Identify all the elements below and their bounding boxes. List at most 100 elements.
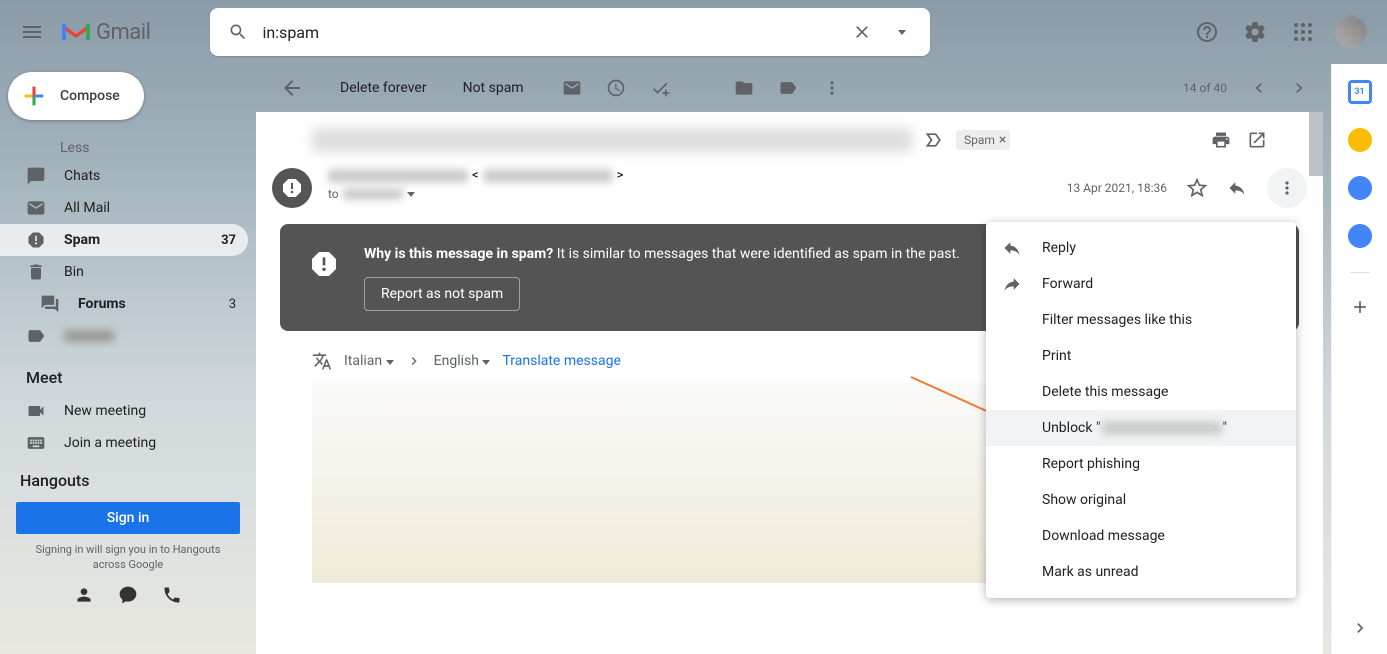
- spam-icon: [26, 230, 46, 250]
- translate-from[interactable]: Italian: [344, 353, 394, 369]
- nav-chats[interactable]: Chats: [0, 160, 248, 192]
- more-button[interactable]: [1267, 168, 1307, 208]
- menu-unblock[interactable]: Unblock "": [986, 410, 1296, 446]
- search-bar: [210, 8, 930, 56]
- nav-all-mail[interactable]: All Mail: [0, 192, 248, 224]
- sidebar: Compose Less Chats All Mail Spam37 Bin F…: [0, 64, 256, 654]
- compose-icon: [20, 82, 48, 110]
- meet-new[interactable]: New meeting: [0, 395, 248, 427]
- translate-link[interactable]: Translate message: [502, 353, 620, 369]
- contacts-app-icon[interactable]: [1348, 224, 1372, 248]
- add-task-icon[interactable]: [648, 76, 672, 100]
- meet-join[interactable]: Join a meeting: [0, 427, 248, 459]
- pagination-count: 14 of 40: [1183, 81, 1227, 95]
- sender-email: [483, 169, 613, 183]
- star-icon[interactable]: [1187, 178, 1207, 198]
- hangouts-header: Hangouts: [0, 459, 256, 498]
- calendar-app-icon[interactable]: 31: [1348, 80, 1372, 104]
- message-more-menu: Reply Forward Filter messages like this …: [986, 222, 1296, 598]
- gmail-logo[interactable]: Gmail: [60, 20, 150, 45]
- menu-unread[interactable]: Mark as unread: [986, 554, 1296, 590]
- menu-print[interactable]: Print: [986, 338, 1296, 374]
- header-right: [1187, 12, 1379, 52]
- nav-list: Less Chats All Mail Spam37 Bin Forums3: [0, 136, 256, 352]
- nav-spam[interactable]: Spam37: [0, 224, 248, 256]
- labels-icon[interactable]: [776, 76, 800, 100]
- settings-icon[interactable]: [1235, 12, 1275, 52]
- recipient: [343, 188, 403, 200]
- menu-original[interactable]: Show original: [986, 482, 1296, 518]
- tasks-app-icon[interactable]: [1348, 176, 1372, 200]
- collapse-panel-icon[interactable]: [1350, 618, 1370, 638]
- menu-delete[interactable]: Delete this message: [986, 374, 1296, 410]
- reply-icon[interactable]: [1227, 178, 1247, 198]
- report-not-spam-button[interactable]: Report as not spam: [364, 277, 520, 311]
- reply-menu-icon: [1002, 238, 1022, 258]
- not-spam-button[interactable]: Not spam: [455, 76, 532, 100]
- forums-icon: [40, 294, 60, 314]
- nav-category[interactable]: [0, 320, 248, 352]
- gmail-text: Gmail: [96, 20, 150, 45]
- back-button[interactable]: [272, 68, 312, 108]
- menu-forward[interactable]: Forward: [986, 266, 1296, 302]
- next-button[interactable]: [1283, 72, 1315, 104]
- hangouts-signin-button[interactable]: Sign in: [16, 502, 240, 534]
- compose-button[interactable]: Compose: [8, 72, 144, 120]
- keyboard-icon: [26, 433, 46, 453]
- prev-button[interactable]: [1243, 72, 1275, 104]
- search-icon[interactable]: [218, 12, 258, 52]
- timestamp: 13 Apr 2021, 18:36: [1067, 181, 1167, 195]
- menu-download[interactable]: Download message: [986, 518, 1296, 554]
- hangouts-footer: [0, 585, 256, 605]
- toolbar: Delete forever Not spam 14 of 40: [256, 64, 1331, 112]
- search-options-icon[interactable]: [882, 12, 922, 52]
- nav-less[interactable]: Less: [0, 136, 248, 160]
- clear-search-icon[interactable]: [842, 12, 882, 52]
- sender-row: <> to 13 Apr 2021, 18:36: [256, 160, 1323, 216]
- snooze-icon[interactable]: [604, 76, 628, 100]
- label-icon: [26, 326, 46, 346]
- sender-info: <> to: [328, 168, 623, 201]
- gmail-icon: [60, 20, 92, 44]
- keep-app-icon[interactable]: [1348, 128, 1372, 152]
- subject-text: [312, 128, 912, 152]
- recipient-dropdown-icon[interactable]: [407, 192, 415, 197]
- compose-label: Compose: [60, 88, 120, 104]
- blocked-sender-name: [1102, 421, 1222, 435]
- person-icon[interactable]: [74, 585, 94, 605]
- important-icon[interactable]: [924, 130, 944, 150]
- meet-header: Meet: [0, 352, 256, 395]
- add-app-icon[interactable]: [1350, 297, 1370, 317]
- menu-phishing[interactable]: Report phishing: [986, 446, 1296, 482]
- main-menu-button[interactable]: [8, 8, 56, 56]
- video-icon: [26, 401, 46, 421]
- archive-icon[interactable]: [560, 76, 584, 100]
- menu-filter[interactable]: Filter messages like this: [986, 302, 1296, 338]
- delete-forever-button[interactable]: Delete forever: [332, 76, 435, 100]
- nav-bin[interactable]: Bin: [0, 256, 248, 288]
- forward-menu-icon: [1002, 274, 1022, 294]
- move-icon[interactable]: [732, 76, 756, 100]
- open-new-icon[interactable]: [1247, 130, 1267, 150]
- sender-avatar: [272, 168, 312, 208]
- translate-icon: [312, 351, 332, 371]
- support-icon[interactable]: [1187, 12, 1227, 52]
- sender-name: [328, 169, 468, 183]
- bin-icon: [26, 262, 46, 282]
- more-toolbar-icon[interactable]: [820, 76, 844, 100]
- print-icon[interactable]: [1211, 130, 1231, 150]
- search-input[interactable]: [258, 23, 842, 42]
- phone-icon[interactable]: [162, 585, 182, 605]
- apps-icon[interactable]: [1283, 12, 1323, 52]
- side-panel: 31: [1331, 64, 1387, 654]
- account-avatar[interactable]: [1335, 16, 1367, 48]
- hangouts-chat-icon[interactable]: [118, 585, 138, 605]
- nav-forums[interactable]: Forums3: [0, 288, 248, 320]
- translate-to[interactable]: English: [434, 353, 491, 369]
- hangouts-note: Signing in will sign you in to Hangouts …: [0, 538, 256, 577]
- chats-icon: [26, 166, 46, 186]
- menu-reply[interactable]: Reply: [986, 230, 1296, 266]
- subject-row: Spam×: [256, 112, 1323, 160]
- spam-label-chip[interactable]: Spam×: [956, 130, 1010, 150]
- arrow-right-icon: [406, 353, 422, 369]
